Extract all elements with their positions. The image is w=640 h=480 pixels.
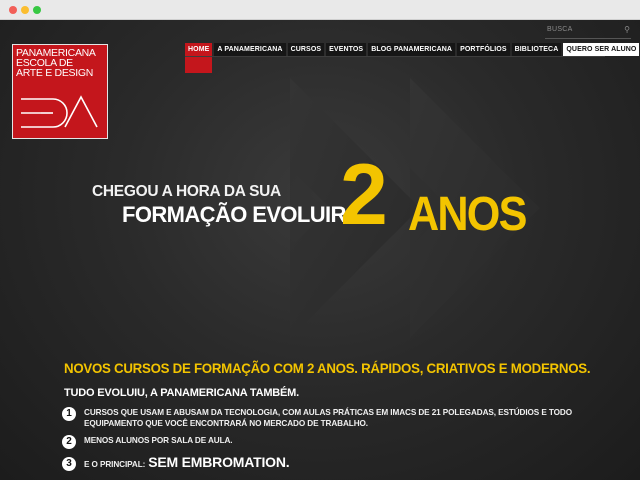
nav-item-cursos[interactable]: CURSOS bbox=[287, 43, 325, 56]
feature-item-2: 2 MENOS ALUNOS POR SALA DE AULA. bbox=[62, 435, 584, 449]
feature-prefix: E O PRINCIPAL: bbox=[84, 460, 146, 469]
search-label: BUSCA bbox=[547, 26, 573, 33]
hero-line-1: CHEGOU A HORA DA SUA bbox=[92, 183, 281, 200]
feature-text: MENOS ALUNOS POR SALA DE AULA. bbox=[84, 436, 233, 445]
content-headline: NOVOS CURSOS DE FORMAÇÃO COM 2 ANOS. RÁP… bbox=[64, 360, 591, 376]
nav-item-quero-ser-aluno[interactable]: QUERO SER ALUNO bbox=[563, 43, 640, 56]
nav-item-eventos[interactable]: EVENTOS bbox=[326, 43, 367, 56]
feature-item-3: 3 E O PRINCIPAL: SEM EMBROMATION. bbox=[62, 454, 584, 471]
number-badge: 1 bbox=[62, 407, 76, 421]
nav-item-biblioteca[interactable]: BIBLIOTECA bbox=[511, 43, 562, 56]
hero-line-2: FORMAÇÃO EVOLUIR: bbox=[122, 202, 353, 227]
nav-item-portfolios[interactable]: PORTFÓLIOS bbox=[457, 43, 510, 56]
minimize-window-button[interactable] bbox=[21, 6, 29, 14]
close-window-button[interactable] bbox=[9, 6, 17, 14]
browser-chrome bbox=[0, 0, 640, 20]
hero-word: ANOS bbox=[408, 188, 527, 241]
page: BUSCA ⚲ PANAMERICANA ESCOLA DE ARTE E DE… bbox=[0, 20, 640, 480]
nav-item-blog[interactable]: BLOG PANAMERICANA bbox=[368, 43, 456, 56]
search-field[interactable]: BUSCA ⚲ bbox=[545, 25, 631, 39]
nav-divider bbox=[185, 56, 605, 57]
content-intro: TUDO EVOLUIU, A PANAMERICANA TAMBÉM. bbox=[64, 387, 299, 399]
logo[interactable]: PANAMERICANA ESCOLA DE ARTE E DESIGN bbox=[12, 44, 108, 139]
feature-text: E O PRINCIPAL: SEM EMBROMATION. bbox=[84, 454, 584, 470]
number-badge: 3 bbox=[62, 457, 76, 471]
nav-item-a-panamericana[interactable]: A PANAMERICANA bbox=[214, 43, 286, 56]
maximize-window-button[interactable] bbox=[33, 6, 41, 14]
nav-item-home[interactable]: HOME bbox=[185, 43, 213, 73]
feature-emphasis: SEM EMBROMATION. bbox=[148, 454, 290, 470]
feature-item-1: 1 CURSOS QUE USAM E ABUSAM DA TECNOLOGIA… bbox=[62, 407, 584, 429]
main-nav: HOME A PANAMERICANA CURSOS EVENTOS BLOG … bbox=[185, 43, 640, 73]
logo-line-3: ARTE E DESIGN bbox=[16, 67, 94, 79]
logo-mark-icon bbox=[21, 95, 98, 128]
feature-text: CURSOS QUE USAM E ABUSAM DA TECNOLOGIA, … bbox=[84, 408, 572, 428]
hero-number: 2 bbox=[340, 147, 388, 243]
search-icon[interactable]: ⚲ bbox=[624, 25, 630, 34]
number-badge: 2 bbox=[62, 435, 76, 449]
